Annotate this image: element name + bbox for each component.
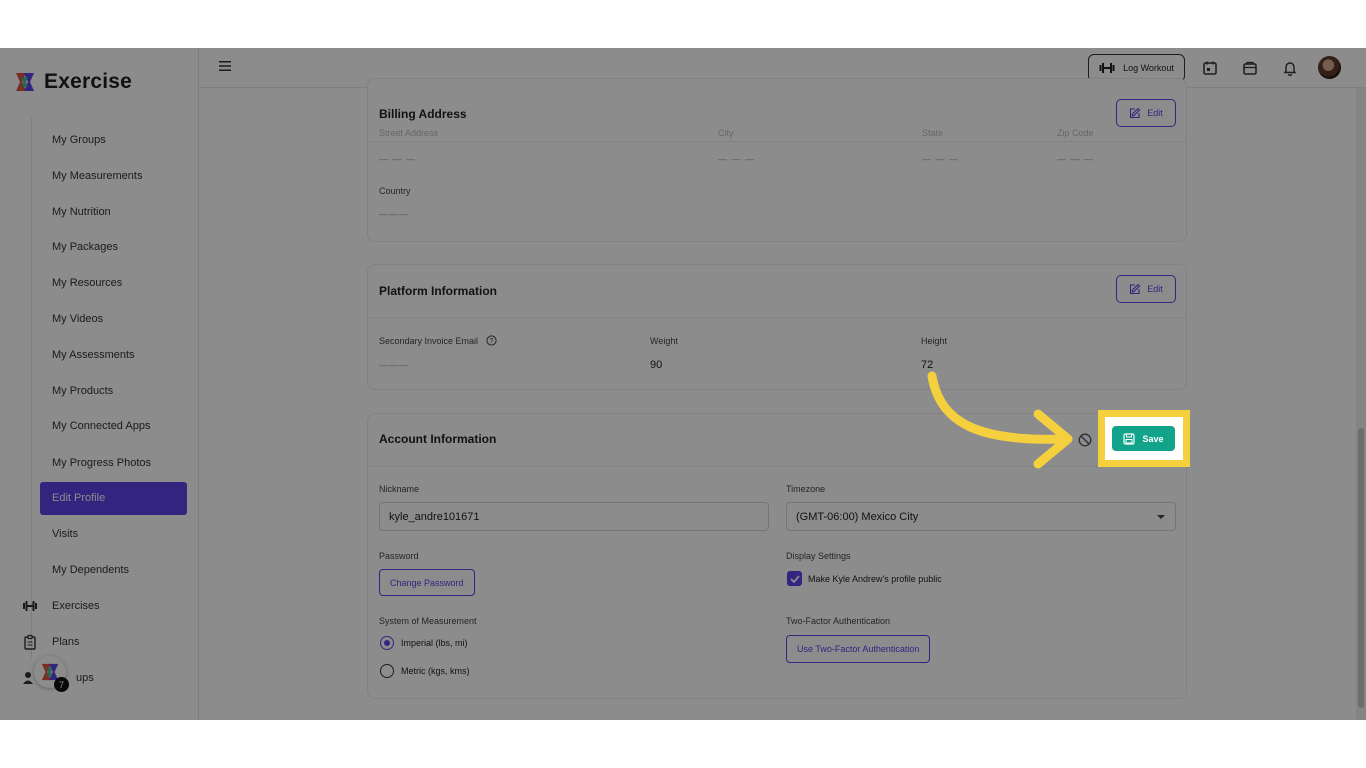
save-icon bbox=[1123, 432, 1136, 445]
checkmark-icon bbox=[789, 574, 800, 583]
state-label: State bbox=[922, 128, 944, 138]
billing-address-card: Billing Address Edit Street Address City… bbox=[367, 78, 1187, 242]
edit-label: Edit bbox=[1147, 108, 1163, 118]
password-label: Password bbox=[379, 551, 419, 561]
display-settings-label: Display Settings bbox=[786, 551, 851, 561]
help-circle-icon[interactable]: ? bbox=[486, 335, 497, 346]
dumbbell-icon bbox=[23, 601, 37, 611]
sidebar-item-my-assessments[interactable]: My Assessments bbox=[52, 349, 135, 361]
sidebar-item-my-packages[interactable]: My Packages bbox=[52, 241, 118, 253]
edit-icon bbox=[1130, 283, 1141, 295]
city-label: City bbox=[718, 128, 734, 138]
state-value: — — — bbox=[922, 154, 960, 164]
system-of-measurement-label: System of Measurement bbox=[379, 616, 477, 626]
billing-edit-button[interactable]: Edit bbox=[1116, 99, 1176, 127]
sidebar-item-my-products[interactable]: My Products bbox=[52, 385, 113, 397]
brand-logo-icon bbox=[16, 73, 34, 91]
sidebar: Exercise My Groups My Measurements My Nu… bbox=[0, 48, 199, 720]
save-label: Save bbox=[1142, 433, 1164, 444]
zip-code-value: — — — bbox=[1057, 154, 1095, 164]
imperial-radio[interactable] bbox=[380, 636, 394, 650]
sidebar-item-my-nutrition[interactable]: My Nutrition bbox=[52, 206, 111, 218]
clipboard-icon bbox=[24, 634, 36, 650]
shop-icon[interactable] bbox=[1242, 60, 1258, 76]
billing-address-title: Billing Address bbox=[379, 107, 467, 121]
sidebar-item-label: Exercises bbox=[52, 600, 100, 612]
sidebar-item-my-progress-photos[interactable]: My Progress Photos bbox=[52, 457, 151, 469]
brand[interactable]: Exercise bbox=[14, 70, 132, 94]
cancel-icon[interactable] bbox=[1078, 433, 1092, 447]
account-information-title: Account Information bbox=[379, 432, 497, 446]
public-profile-label: Make Kyle Andrew's profile public bbox=[808, 574, 942, 584]
sidebar-item-label: ups bbox=[76, 672, 94, 684]
hamburger-menu-icon[interactable] bbox=[219, 60, 231, 72]
metric-radio[interactable] bbox=[380, 664, 394, 678]
street-address-value: — — — bbox=[379, 154, 417, 164]
brand-name: Exercise bbox=[44, 70, 133, 93]
divider bbox=[368, 317, 1186, 318]
sidebar-item-my-measurements[interactable]: My Measurements bbox=[52, 170, 142, 182]
submenu-rail bbox=[31, 118, 32, 658]
calendar-icon[interactable] bbox=[1202, 60, 1218, 76]
two-factor-button[interactable]: Use Two-Factor Authentication bbox=[786, 635, 931, 663]
notification-badge: 7 bbox=[54, 677, 69, 692]
app-frame: Exercise My Groups My Measurements My Nu… bbox=[0, 48, 1366, 720]
sidebar-item-exercises[interactable]: Exercises bbox=[22, 598, 100, 614]
chevron-down-icon bbox=[1157, 515, 1165, 519]
main-content: Billing Address Edit Street Address City… bbox=[199, 78, 1356, 720]
help-launcher-button[interactable]: 7 bbox=[34, 656, 69, 692]
sidebar-item-plans[interactable]: Plans bbox=[22, 634, 80, 650]
country-label: Country bbox=[379, 186, 411, 196]
public-profile-checkbox[interactable] bbox=[787, 571, 802, 586]
imperial-label: Imperial (lbs, mi) bbox=[401, 638, 468, 648]
two-factor-label: Two-Factor Authentication bbox=[786, 616, 891, 626]
secondary-invoice-email-label: Secondary Invoice Email bbox=[379, 336, 479, 346]
change-password-button[interactable]: Change Password bbox=[379, 569, 475, 596]
scrollbar-thumb[interactable] bbox=[1358, 428, 1364, 708]
sidebar-item-my-groups[interactable]: My Groups bbox=[52, 134, 106, 146]
secondary-invoice-email-value: ——— bbox=[379, 360, 409, 370]
log-workout-label: Log Workout bbox=[1123, 63, 1174, 73]
sidebar-item-my-resources[interactable]: My Resources bbox=[52, 277, 122, 289]
sidebar-item-my-videos[interactable]: My Videos bbox=[52, 313, 103, 325]
sidebar-item-edit-profile[interactable]: Edit Profile bbox=[40, 482, 187, 515]
divider bbox=[368, 141, 1186, 142]
country-value: ——— bbox=[379, 209, 409, 219]
sidebar-item-label: Plans bbox=[52, 636, 80, 648]
tutorial-highlight: Save bbox=[1098, 410, 1190, 467]
timezone-label: Timezone bbox=[786, 484, 826, 494]
svg-text:?: ? bbox=[490, 338, 494, 345]
sidebar-item-my-connected-apps[interactable]: My Connected Apps bbox=[52, 420, 150, 432]
edit-label: Edit bbox=[1147, 284, 1163, 294]
zip-code-label: Zip Code bbox=[1057, 128, 1094, 138]
dumbbell-icon bbox=[1099, 63, 1115, 73]
bell-icon[interactable] bbox=[1282, 60, 1298, 76]
sidebar-item-visits[interactable]: Visits bbox=[52, 528, 78, 540]
edit-icon bbox=[1130, 107, 1141, 119]
timezone-select[interactable]: (GMT-06:00) Mexico City bbox=[786, 502, 1176, 531]
city-value: — — — bbox=[718, 154, 756, 164]
weight-value: 90 bbox=[650, 359, 663, 371]
tutorial-arrow-icon bbox=[927, 371, 1073, 469]
sidebar-item-my-dependents[interactable]: My Dependents bbox=[52, 564, 129, 576]
platform-edit-button[interactable]: Edit bbox=[1116, 275, 1176, 303]
nickname-input[interactable]: kyle_andre101671 bbox=[379, 502, 769, 531]
save-button[interactable]: Save bbox=[1112, 426, 1175, 451]
metric-label: Metric (kgs, kms) bbox=[401, 666, 470, 676]
timezone-value: (GMT-06:00) Mexico City bbox=[796, 511, 919, 523]
weight-label: Weight bbox=[650, 336, 678, 346]
height-label: Height bbox=[921, 336, 948, 346]
platform-information-title: Platform Information bbox=[379, 284, 498, 298]
street-address-label: Street Address bbox=[379, 128, 439, 138]
nickname-label: Nickname bbox=[379, 484, 420, 494]
user-avatar[interactable] bbox=[1318, 56, 1341, 79]
page-scrollbar[interactable] bbox=[1356, 88, 1366, 720]
